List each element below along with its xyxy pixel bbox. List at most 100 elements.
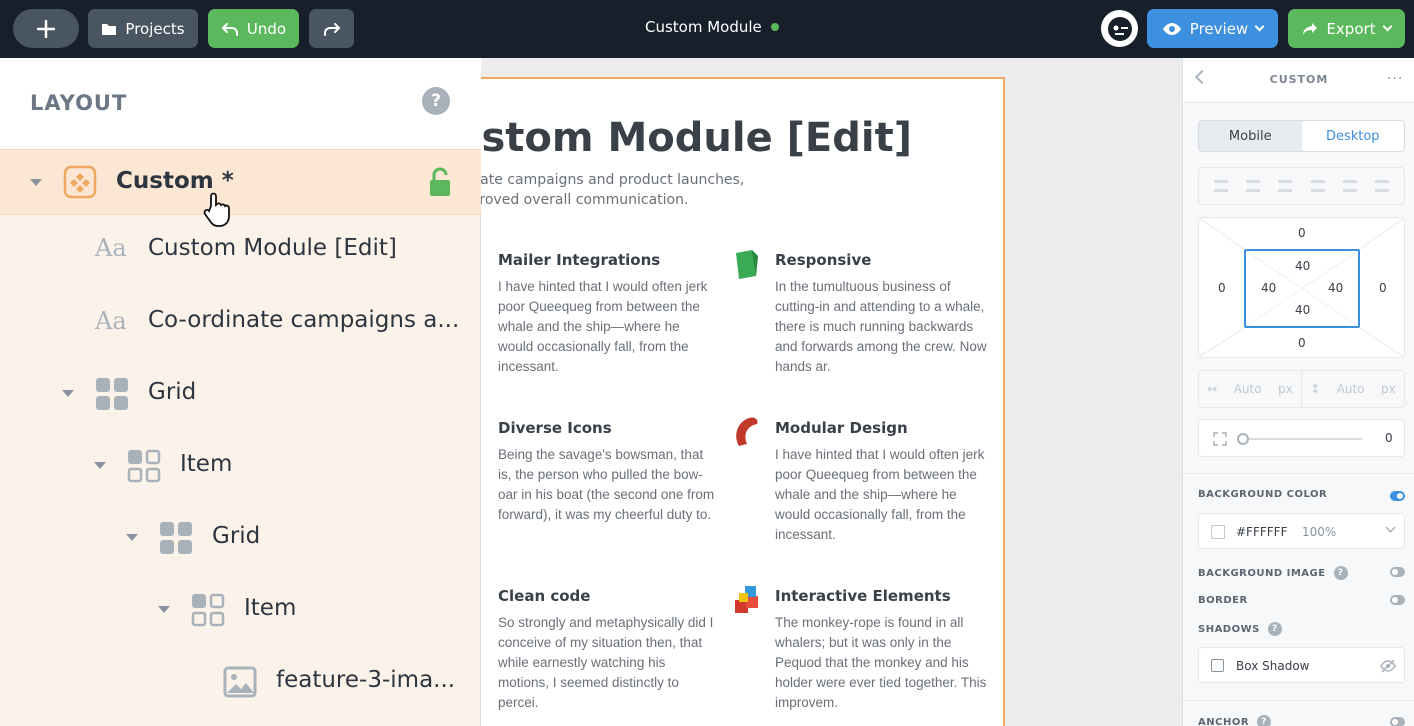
radius-slider-handle[interactable] — [1237, 433, 1249, 445]
align-middle-icon[interactable] — [1342, 180, 1357, 192]
tree-item-label: Custom * — [116, 168, 234, 194]
properties-title: CUSTOM — [1269, 73, 1329, 86]
custom-module-icon — [63, 165, 97, 199]
chevron-down-icon[interactable] — [1385, 522, 1396, 533]
preview-button[interactable]: Preview — [1147, 9, 1278, 48]
collapse-caret-icon[interactable] — [158, 606, 170, 613]
tree-item-item[interactable]: Item — [0, 432, 481, 498]
help-icon[interactable]: ? — [1267, 622, 1282, 636]
feature-title: Modular Design — [775, 419, 908, 437]
module-subtitle[interactable]: rdinate campaigns and product launches, … — [481, 170, 753, 210]
custom-module-preview[interactable]: ustom Module [Edit] rdinate campaigns an… — [481, 77, 1005, 726]
undo-button[interactable]: Undo — [208, 9, 299, 48]
help-icon[interactable]: ? — [1257, 715, 1272, 726]
project-title[interactable]: Custom Module — [645, 18, 779, 36]
add-button[interactable] — [13, 9, 79, 48]
width-field[interactable]: ↔ Auto px — [1199, 371, 1302, 407]
tree-item-text[interactable]: Aa Co-ordinate campaigns a... — [0, 288, 481, 354]
box-shadow-checkbox[interactable] — [1211, 659, 1224, 672]
help-icon[interactable]: ? — [1333, 566, 1348, 580]
redo-icon — [323, 22, 340, 36]
feature-card[interactable]: Clean code So strongly and metaphysicall… — [498, 587, 718, 713]
background-image-label-text: BACKGROUND IMAGE — [1198, 567, 1326, 579]
tab-mobile[interactable]: Mobile — [1199, 121, 1302, 151]
border-radius-control: 0 — [1198, 419, 1405, 457]
feature-title: Clean code — [498, 587, 591, 605]
collapse-caret-icon[interactable] — [126, 534, 138, 541]
tree-item-label: Item — [180, 451, 233, 477]
color-swatch[interactable] — [1211, 525, 1225, 539]
anchor-toggle[interactable] — [1390, 717, 1405, 726]
margin-bottom-input[interactable]: 0 — [1298, 336, 1306, 350]
device-toggle: Mobile Desktop — [1198, 120, 1405, 152]
feature-card[interactable]: Responsive In the tumultuous business of… — [775, 251, 995, 377]
avatar[interactable] — [1101, 10, 1138, 47]
feature-card[interactable]: Interactive Elements The monkey-rope is … — [775, 587, 995, 713]
height-field[interactable]: ↕ Auto px — [1302, 371, 1404, 407]
padding-top-input[interactable]: 40 — [1295, 259, 1310, 273]
radius-value[interactable]: 0 — [1385, 431, 1393, 445]
eye-off-icon[interactable] — [1380, 659, 1396, 673]
height-input[interactable]: Auto — [1337, 382, 1365, 396]
feature-text: I have hinted that I would often jerk po… — [498, 279, 708, 374]
green-shape-icon — [736, 250, 758, 279]
grid-icon — [160, 522, 192, 554]
align-right-icon[interactable] — [1278, 180, 1293, 192]
color-opacity-value[interactable]: 100% — [1302, 525, 1336, 539]
tree-item-custom[interactable]: Custom * — [0, 149, 481, 227]
align-center-icon[interactable] — [1246, 180, 1261, 192]
editor-canvas[interactable]: ustom Module [Edit] rdinate campaigns an… — [481, 58, 1182, 726]
align-bottom-icon[interactable] — [1374, 180, 1389, 192]
margin-right-input[interactable]: 0 — [1379, 281, 1387, 295]
unlock-icon[interactable] — [428, 167, 452, 197]
color-hex-value[interactable]: #FFFFFF — [1236, 525, 1287, 539]
tree-item-item[interactable]: Item — [0, 576, 481, 642]
collapse-caret-icon[interactable] — [30, 179, 42, 186]
collapse-caret-icon[interactable] — [94, 462, 106, 469]
anchor-label: ANCHOR ? — [1198, 715, 1272, 726]
grid-item-icon — [191, 593, 225, 627]
border-toggle[interactable] — [1390, 595, 1405, 605]
width-input[interactable]: Auto — [1234, 382, 1262, 396]
more-icon[interactable]: ··· — [1387, 71, 1403, 87]
padding-bottom-input[interactable]: 40 — [1295, 303, 1310, 317]
padding-right-input[interactable]: 40 — [1328, 281, 1343, 295]
help-icon[interactable]: ? — [422, 87, 450, 115]
border-label-text: BORDER — [1198, 595, 1248, 606]
background-image-toggle[interactable] — [1390, 567, 1405, 577]
tree-item-label: Grid — [212, 523, 261, 549]
projects-label: Projects — [125, 19, 185, 38]
collapse-caret-icon[interactable] — [62, 390, 74, 397]
export-button[interactable]: Export — [1288, 9, 1405, 48]
margin-left-input[interactable]: 0 — [1218, 281, 1226, 295]
folder-icon — [102, 23, 117, 35]
feature-card[interactable]: Mailer Integrations I have hinted that I… — [498, 251, 718, 377]
margin-top-input[interactable]: 0 — [1298, 226, 1306, 240]
tree-item-grid[interactable]: Grid — [0, 504, 481, 570]
feature-card[interactable]: Diverse Icons Being the savage's bowsman… — [498, 419, 718, 525]
box-shadow-control[interactable]: Box Shadow — [1198, 647, 1405, 683]
projects-button[interactable]: Projects — [88, 9, 198, 48]
tree-item-label: Co-ordinate campaigns a... — [148, 307, 460, 333]
background-color-picker[interactable]: #FFFFFF 100% — [1198, 513, 1405, 549]
section-divider — [1183, 700, 1414, 701]
align-left-icon[interactable] — [1214, 180, 1229, 192]
tree-item-image[interactable]: feature-3-ima... — [0, 648, 481, 714]
top-toolbar: Projects Undo Custom Module Preview Expo… — [0, 0, 1414, 58]
align-top-icon[interactable] — [1310, 180, 1325, 192]
redo-button[interactable] — [309, 9, 354, 48]
background-color-toggle[interactable] — [1390, 491, 1405, 501]
tree-item-grid[interactable]: Grid — [0, 360, 481, 426]
stacked-cubes-icon — [735, 586, 758, 613]
feature-card[interactable]: Modular Design I have hinted that I woul… — [775, 419, 995, 545]
tree-item-text[interactable]: Aa Custom Module [Edit] — [0, 216, 481, 282]
padding-left-input[interactable]: 40 — [1261, 281, 1276, 295]
saved-status-dot — [770, 23, 779, 31]
feature-text: In the tumultuous business of cutting-in… — [775, 279, 987, 374]
grid-icon — [96, 378, 128, 410]
tree-item-label: Grid — [148, 379, 197, 405]
radius-slider-track[interactable] — [1244, 438, 1362, 440]
module-title[interactable]: ustom Module [Edit] — [481, 115, 912, 161]
corner-radius-icon — [1213, 432, 1227, 446]
tab-desktop[interactable]: Desktop — [1301, 121, 1404, 151]
